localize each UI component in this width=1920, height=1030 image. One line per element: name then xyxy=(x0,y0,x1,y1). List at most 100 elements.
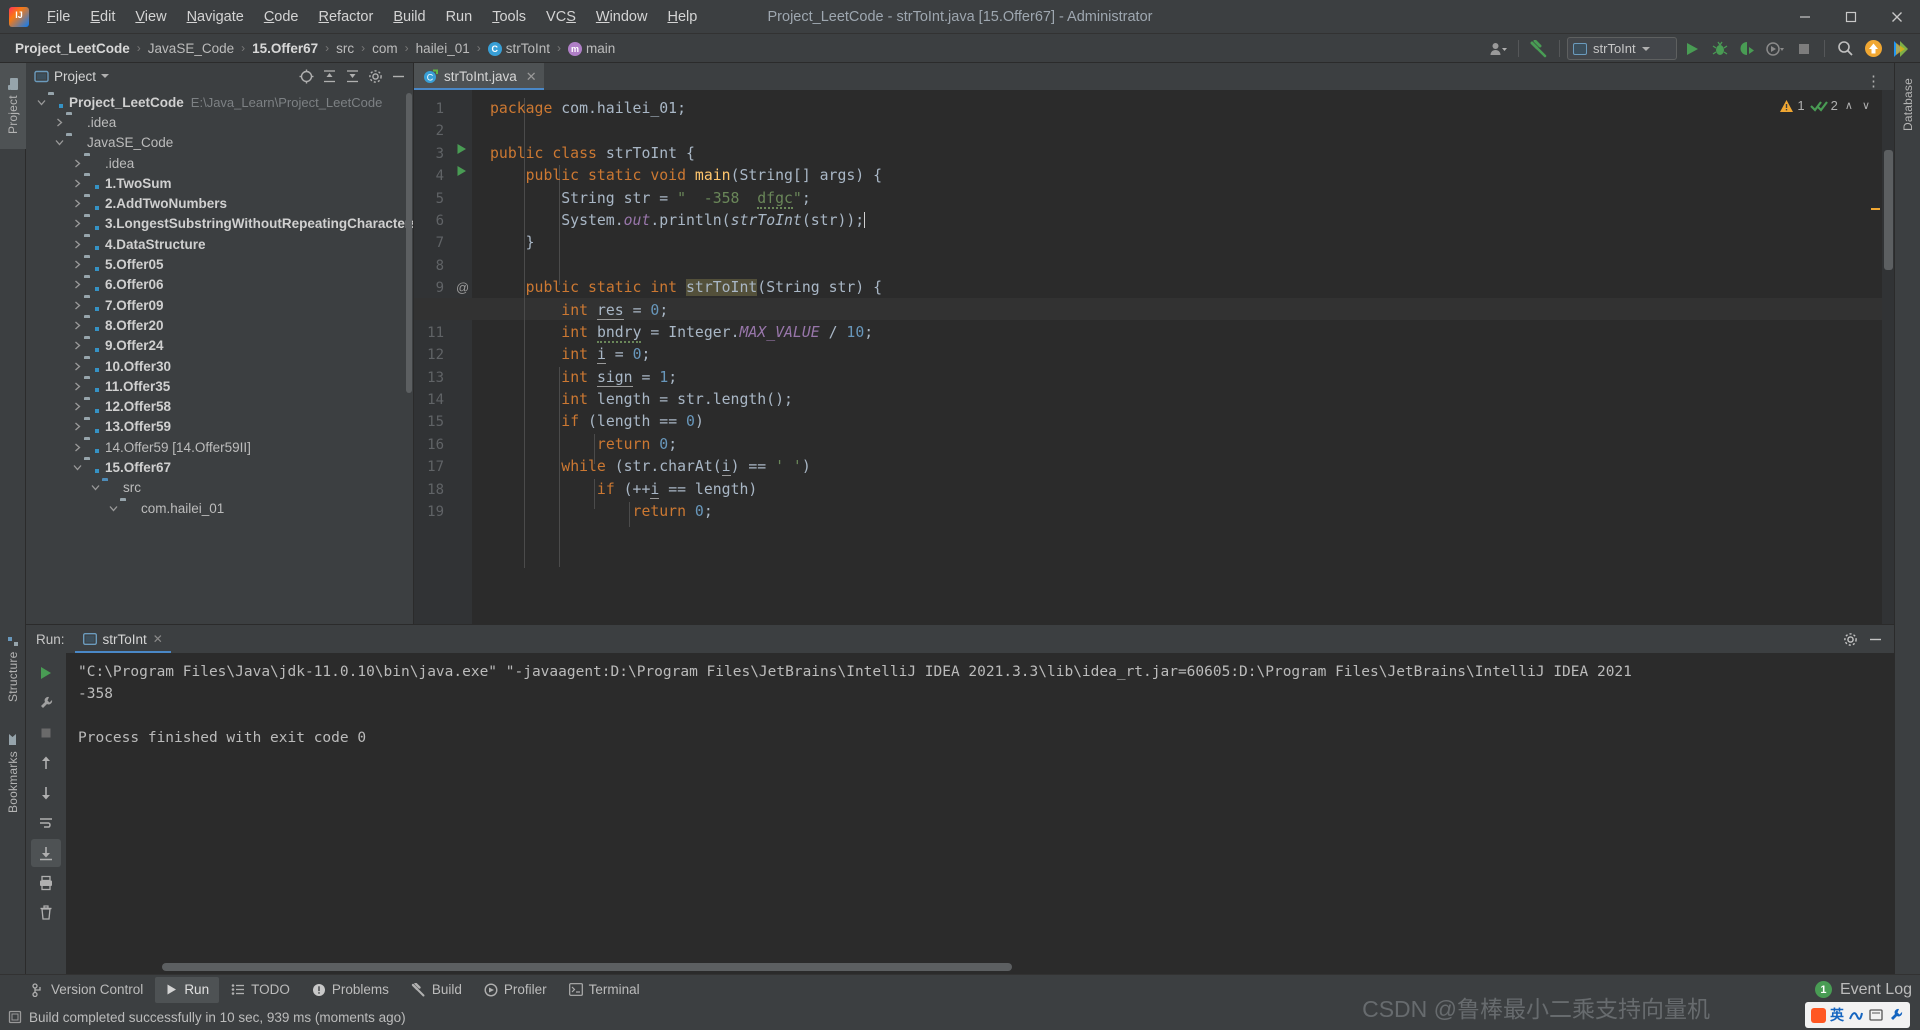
tree-item[interactable]: 14.Offer59 [14.Offer59II] xyxy=(26,437,413,457)
close-button[interactable] xyxy=(1874,0,1920,34)
code-line[interactable]: return 0; xyxy=(490,501,1894,523)
tree-item[interactable]: .idea xyxy=(26,153,413,173)
print-icon[interactable] xyxy=(31,869,61,897)
code-line[interactable]: } xyxy=(490,232,1894,254)
tree-item[interactable]: 3.LongestSubstringWithoutRepeatingCharac… xyxy=(26,214,413,234)
chevron-right-icon[interactable] xyxy=(70,217,84,231)
expand-all-icon[interactable] xyxy=(318,66,340,86)
chevron-right-icon[interactable] xyxy=(70,339,84,353)
chevron-right-icon[interactable] xyxy=(70,420,84,434)
console-hscrollbar-thumb[interactable] xyxy=(162,963,1012,971)
breadcrumb-javase[interactable]: JavaSE_Code xyxy=(143,39,239,58)
chevron-right-icon[interactable] xyxy=(70,298,84,312)
chevron-right-icon[interactable] xyxy=(52,115,66,129)
menu-code[interactable]: Code xyxy=(254,4,309,30)
chevron-right-icon[interactable] xyxy=(70,359,84,373)
console-hscrollbar[interactable] xyxy=(66,963,1894,971)
menu-refactor[interactable]: Refactor xyxy=(309,4,384,30)
strip-tab-project[interactable]: Project xyxy=(0,63,26,149)
scroll-to-end-icon[interactable] xyxy=(31,839,61,867)
run-panel-tab[interactable]: strToInt ✕ xyxy=(74,625,172,653)
chevron-right-icon[interactable] xyxy=(70,258,84,272)
tree-item[interactable]: src xyxy=(26,478,413,498)
tree-item[interactable]: 11.Offer35 xyxy=(26,376,413,396)
chevron-right-icon[interactable] xyxy=(70,318,84,332)
run-gutter-icon[interactable] xyxy=(456,143,467,165)
chevron-right-icon[interactable] xyxy=(70,156,84,170)
tree-item[interactable]: 1.TwoSum xyxy=(26,173,413,193)
breadcrumb-method[interactable]: main xyxy=(563,39,620,58)
menu-vcs[interactable]: VCS xyxy=(536,4,586,30)
wrench-icon[interactable] xyxy=(31,689,61,717)
chevron-right-icon[interactable] xyxy=(70,379,84,393)
console-output[interactable]: "C:\Program Files\Java\jdk-11.0.10\bin\j… xyxy=(66,653,1894,974)
close-icon[interactable]: ✕ xyxy=(526,69,537,85)
tool-button-todo[interactable]: TODO xyxy=(221,977,300,1003)
chevron-down-icon[interactable] xyxy=(88,481,102,495)
code-line[interactable]: int bndry = Integer.MAX_VALUE / 10; xyxy=(490,322,1894,344)
previous-problem-icon[interactable]: ∧ xyxy=(1843,99,1855,112)
tree-item[interactable]: JavaSE_Code xyxy=(26,133,413,153)
chevron-right-icon[interactable] xyxy=(70,400,84,414)
warning-count[interactable]: 1 xyxy=(1779,98,1805,113)
check-count[interactable]: 2 xyxy=(1809,98,1838,113)
editor-scrollbar-thumb[interactable] xyxy=(1884,150,1893,270)
chevron-down-icon[interactable] xyxy=(52,136,66,150)
menu-edit[interactable]: Edit xyxy=(80,4,125,30)
clear-all-icon[interactable] xyxy=(31,899,61,927)
code-line[interactable]: int res = 0; xyxy=(490,300,1894,322)
warning-marker[interactable] xyxy=(1871,208,1880,210)
settings-gear-icon[interactable] xyxy=(1839,629,1861,649)
breadcrumb-src[interactable]: src xyxy=(331,39,359,58)
tree-item[interactable]: 5.Offer05 xyxy=(26,254,413,274)
minimize-button[interactable] xyxy=(1782,0,1828,34)
chevron-right-icon[interactable] xyxy=(70,237,84,251)
debug-button[interactable] xyxy=(1707,37,1733,61)
strip-tab-structure[interactable]: Structure xyxy=(0,623,26,715)
next-problem-icon[interactable]: ∨ xyxy=(1860,99,1872,112)
breadcrumb-package[interactable]: hailei_01 xyxy=(411,39,475,58)
code-line[interactable]: int sign = 1; xyxy=(490,367,1894,389)
editor-tab-strToInt[interactable]: C strToInt.java ✕ xyxy=(414,63,544,90)
chevron-down-icon[interactable] xyxy=(70,460,84,474)
override-gutter-icon[interactable]: @ xyxy=(456,277,469,299)
chevron-right-icon[interactable] xyxy=(70,278,84,292)
tree-item[interactable]: .idea xyxy=(26,112,413,132)
menu-help[interactable]: Help xyxy=(657,4,707,30)
code-line[interactable]: public static int strToInt(String str) { xyxy=(490,277,1894,299)
account-icon[interactable] xyxy=(1485,37,1511,61)
chevron-down-icon[interactable] xyxy=(34,95,48,109)
tool-button-profiler[interactable]: Profiler xyxy=(474,977,557,1003)
chevron-right-icon[interactable] xyxy=(70,440,84,454)
tool-button-build[interactable]: Build xyxy=(401,977,472,1003)
tree-item[interactable]: 7.Offer09 xyxy=(26,295,413,315)
chevron-down-icon[interactable] xyxy=(106,501,120,515)
updates-icon[interactable] xyxy=(1860,37,1886,61)
tree-item[interactable]: 12.Offer58 xyxy=(26,396,413,416)
stop-icon[interactable] xyxy=(31,719,61,747)
scroll-up-icon[interactable] xyxy=(31,749,61,777)
breadcrumb-module[interactable]: 15.Offer67 xyxy=(247,39,323,58)
code-line[interactable]: return 0; xyxy=(490,434,1894,456)
settings-gear-icon[interactable] xyxy=(364,66,386,86)
code-line[interactable]: System.out.println(strToInt(str)); xyxy=(490,210,1894,232)
strip-tab-database[interactable]: Database xyxy=(1895,63,1920,147)
project-tree-scrollbar[interactable] xyxy=(406,93,412,393)
code-line[interactable]: String str = " -358 dfgc"; xyxy=(490,188,1894,210)
tree-item[interactable]: 6.Offer06 xyxy=(26,275,413,295)
breadcrumb-project[interactable]: Project_LeetCode xyxy=(10,39,135,58)
menu-build[interactable]: Build xyxy=(383,4,435,30)
menu-file[interactable]: File xyxy=(37,4,80,30)
ime-settings-icon[interactable] xyxy=(1888,1007,1904,1023)
run-button[interactable] xyxy=(1679,37,1705,61)
code-line[interactable]: package com.hailei_01; xyxy=(490,98,1894,120)
code-line[interactable]: int length = str.length(); xyxy=(490,389,1894,411)
code-line[interactable]: int i = 0; xyxy=(490,344,1894,366)
code-line[interactable]: if (++i == length) xyxy=(490,479,1894,501)
rerun-icon[interactable] xyxy=(31,659,61,687)
code-line[interactable] xyxy=(490,255,1894,277)
tree-item[interactable]: com.hailei_01 xyxy=(26,498,413,518)
tree-item[interactable]: 8.Offer20 xyxy=(26,315,413,335)
chevron-right-icon[interactable] xyxy=(70,176,84,190)
stop-button[interactable] xyxy=(1791,37,1817,61)
